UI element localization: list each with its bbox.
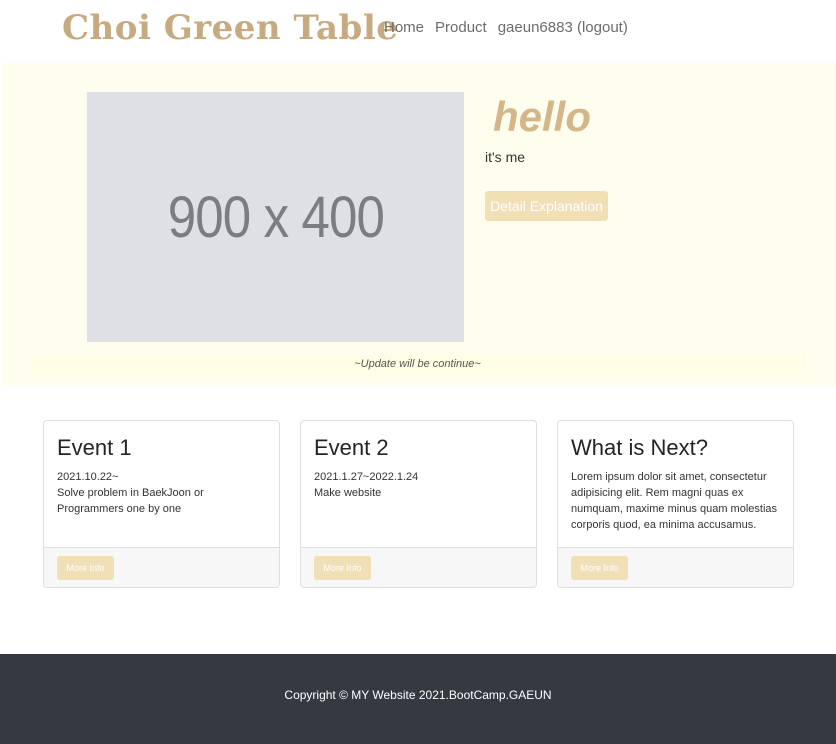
card-description: Solve problem in BaekJoon or Programmers… bbox=[57, 487, 204, 515]
navbar: Choi Green Table Home Product gaeun6883 … bbox=[0, 0, 836, 62]
next-card: What is Next? Lorem ipsum dolor sit amet… bbox=[557, 420, 794, 588]
placeholder-image-label: 900 x 400 bbox=[167, 184, 384, 250]
card-footer: More Info bbox=[558, 547, 793, 587]
card-body: What is Next? Lorem ipsum dolor sit amet… bbox=[558, 421, 793, 547]
card-footer: More Info bbox=[301, 547, 536, 587]
card-title: Event 1 bbox=[57, 435, 132, 460]
more-info-button[interactable]: More Info bbox=[57, 556, 114, 580]
hero-subtitle: it's me bbox=[485, 149, 526, 165]
nav-link-home[interactable]: Home bbox=[384, 19, 424, 36]
card-description: Make website bbox=[314, 487, 382, 499]
more-info-button[interactable]: More Info bbox=[314, 556, 371, 580]
card-body: Event 2 2021.1.27~2022.1.24 Make website bbox=[301, 421, 536, 547]
detail-explanation-button[interactable]: Detail Explanation bbox=[485, 191, 608, 221]
hero-section: 900 x 400 hello it's me Detail Explanati… bbox=[2, 63, 836, 385]
card-date: 2021.1.27~2022.1.24 bbox=[314, 471, 419, 483]
event-card-1: Event 1 2021.10.22~ Solve problem in Bae… bbox=[43, 420, 280, 588]
more-info-button[interactable]: More Info bbox=[571, 556, 628, 580]
hero-title: hello bbox=[493, 93, 592, 140]
card-title: What is Next? bbox=[571, 435, 708, 460]
card-description: Lorem ipsum dolor sit amet, consectetur … bbox=[571, 471, 778, 531]
nav-link-logout[interactable]: gaeun6883 (logout) bbox=[498, 19, 628, 36]
placeholder-image: 900 x 400 bbox=[87, 92, 464, 342]
card-footer: More Info bbox=[44, 547, 279, 587]
copyright-text: Copyright © MY Website 2021.BootCamp.GAE… bbox=[284, 688, 552, 702]
nav-link-product[interactable]: Product bbox=[435, 19, 487, 36]
footer: Copyright © MY Website 2021.BootCamp.GAE… bbox=[0, 654, 836, 744]
brand-logo[interactable]: Choi Green Table bbox=[62, 8, 398, 48]
update-note: ~Update will be continue~ bbox=[32, 355, 803, 373]
card-title: Event 2 bbox=[314, 435, 389, 460]
card-date: 2021.10.22~ bbox=[57, 471, 119, 483]
event-card-2: Event 2 2021.1.27~2022.1.24 Make website… bbox=[300, 420, 537, 588]
nav-links: Home Product gaeun6883 (logout) bbox=[384, 19, 628, 36]
card-body: Event 1 2021.10.22~ Solve problem in Bae… bbox=[44, 421, 279, 547]
